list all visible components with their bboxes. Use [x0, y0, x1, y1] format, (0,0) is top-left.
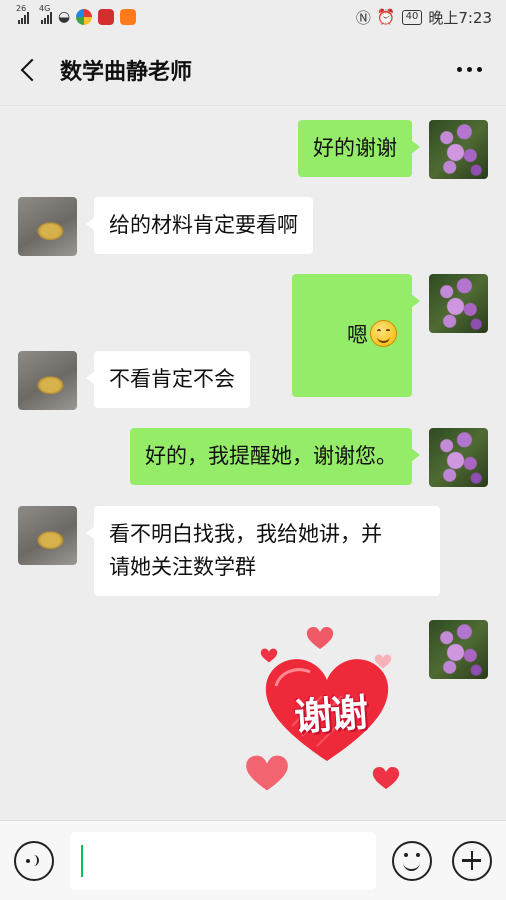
message-bubble-sent[interactable]: 嗯 — [291, 274, 421, 397]
signal-label: 26 — [16, 4, 27, 13]
smiling-face-emoji-icon — [370, 320, 397, 347]
signal-4g-label: 4G — [39, 4, 51, 13]
signal-4g-icon: 4G — [39, 4, 52, 24]
my-avatar[interactable] — [429, 120, 488, 179]
chat-header: 数学曲静老师 — [0, 34, 506, 106]
battery-icon: 40 — [401, 9, 423, 25]
app-notification-icon — [76, 9, 93, 25]
message-input[interactable] — [70, 831, 376, 890]
message-text: 嗯 — [347, 323, 368, 347]
small-heart-icon — [372, 767, 400, 789]
my-avatar[interactable] — [429, 274, 488, 333]
small-heart-icon — [306, 627, 334, 649]
message-list[interactable]: 好的谢谢 给的材料肯定要看啊 嗯 不看肯定不会 好的，我提醒她，谢谢您。 看不明… — [0, 106, 506, 820]
message-bubble-sent[interactable]: 好的，我提醒她，谢谢您。 — [130, 428, 420, 485]
clock-time: 晚上7:23 — [428, 8, 492, 27]
small-heart-icon — [246, 755, 288, 791]
plus-icon[interactable] — [452, 840, 492, 881]
status-left: 26 4G ◒ — [16, 4, 137, 25]
sticker-text: 谢谢 — [292, 689, 368, 740]
contact-avatar[interactable] — [18, 351, 77, 410]
more-options-icon[interactable] — [449, 61, 490, 78]
message-bubble-received[interactable]: 不看肯定不会 — [86, 351, 250, 408]
status-right: Ⓝ ⏰ 40 晚上7:23 — [356, 7, 492, 28]
my-avatar[interactable] — [429, 428, 488, 487]
emoji-icon[interactable] — [392, 840, 432, 881]
back-icon[interactable] — [16, 56, 44, 84]
input-bar — [0, 820, 506, 900]
app-notification-icon-red — [98, 9, 115, 25]
message-bubble-received[interactable]: 给的材料肯定要看啊 — [86, 197, 313, 254]
chat-title: 数学曲静老师 — [60, 59, 193, 85]
text-caret — [81, 844, 83, 877]
nfc-icon: Ⓝ — [355, 8, 371, 27]
my-avatar[interactable] — [429, 620, 488, 679]
contact-avatar[interactable] — [18, 506, 77, 565]
alarm-icon: ⏰ — [376, 8, 396, 26]
signal-icon: 26 — [16, 4, 29, 24]
wifi-icon: ◒ — [58, 9, 71, 25]
voice-icon[interactable] — [14, 840, 54, 881]
video-app-icon — [120, 9, 137, 25]
small-heart-icon — [260, 648, 278, 663]
message-bubble-received[interactable]: 看不明白找我，我给她讲，并 请她关注数学群 — [86, 506, 440, 596]
contact-avatar[interactable] — [18, 197, 77, 256]
status-bar: 26 4G ◒ Ⓝ ⏰ 40 晚上7:23 — [0, 0, 506, 34]
small-heart-icon — [374, 654, 392, 669]
message-bubble-sent[interactable]: 好的谢谢 — [298, 120, 420, 177]
heart-sticker[interactable]: 谢谢 — [240, 626, 410, 796]
